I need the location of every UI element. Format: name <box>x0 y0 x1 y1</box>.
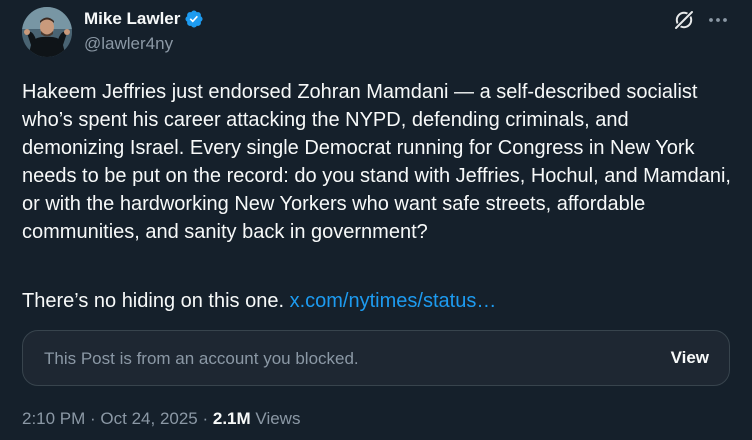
meta-separator: · <box>85 409 101 428</box>
author-name-row: Mike Lawler <box>84 7 204 31</box>
views-label: Views <box>255 409 301 428</box>
post-text: Hakeem Jeffries just endorsed Zohran Mam… <box>22 81 731 243</box>
verified-badge-icon[interactable] <box>184 9 204 29</box>
author-display-name[interactable]: Mike Lawler <box>84 7 180 31</box>
post-time[interactable]: 2:10 PM <box>22 409 85 428</box>
post-trailer-line: There’s no hiding on this one. x.com/nyt… <box>22 287 496 315</box>
blocked-message: This Post is from an account you blocked… <box>44 349 359 368</box>
post: Mike Lawler @lawler4ny Hakeem Jeffries j… <box>0 0 752 440</box>
views-count: 2.1M <box>212 409 251 428</box>
post-meta: 2:10 PM · Oct 24, 2025 · 2.1M Views <box>22 408 300 430</box>
quoted-post-link[interactable]: x.com/nytimes/status… <box>290 290 497 312</box>
avatar-photo-icon <box>22 7 72 57</box>
blocked-quote-card: This Post is from an account you blocked… <box>22 330 730 386</box>
view-button[interactable]: View <box>671 347 709 369</box>
avatar[interactable] <box>22 7 72 57</box>
meta-separator-2: · <box>197 409 213 428</box>
more-options-icon[interactable] <box>706 8 730 32</box>
post-date[interactable]: Oct 24, 2025 <box>100 409 197 428</box>
post-trailer-text: There’s no hiding on this one. <box>22 290 285 312</box>
grok-icon[interactable] <box>672 8 696 32</box>
author-handle[interactable]: @lawler4ny <box>84 33 173 55</box>
